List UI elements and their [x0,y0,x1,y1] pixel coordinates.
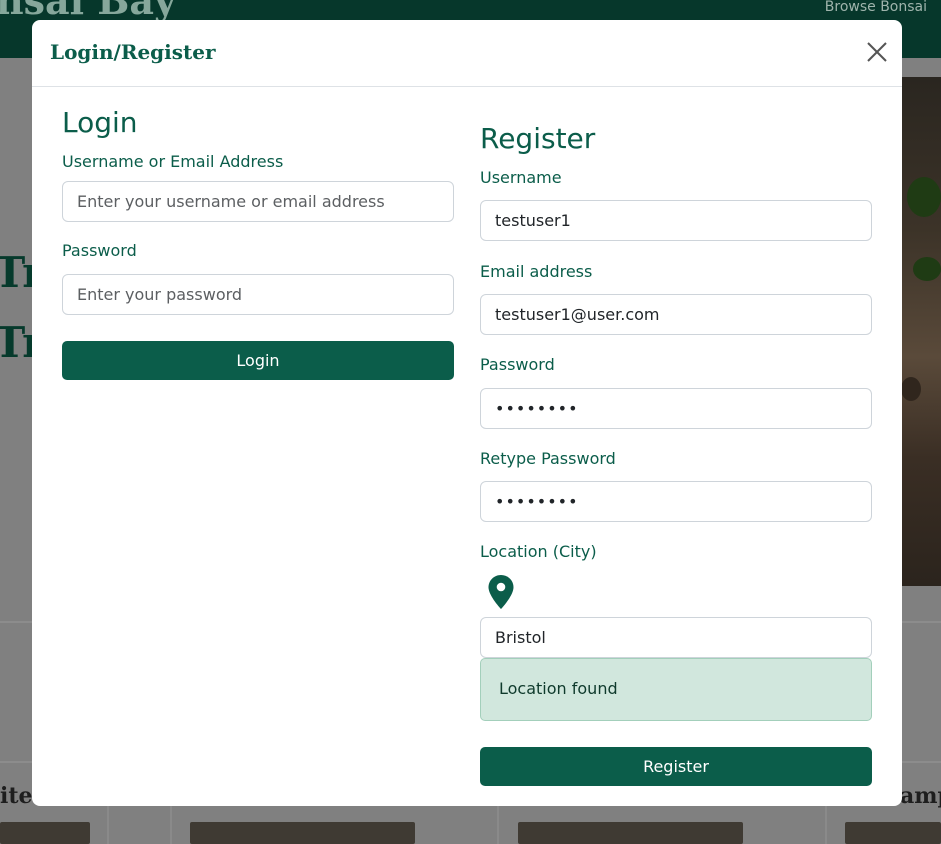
background-divider [825,806,827,844]
background-card-label: amp [900,783,941,809]
register-form: Register Username Email address Password… [480,122,872,786]
close-button[interactable] [864,39,890,65]
register-retype-password-label: Retype Password [480,449,616,468]
background-card-image [518,822,743,844]
background-card-label: ite [0,783,33,809]
login-heading: Login [62,106,138,139]
register-location-input[interactable] [480,617,872,658]
login-username-input[interactable] [62,181,454,222]
background-nav-link: Browse Bonsai [824,0,927,15]
register-retype-password-input[interactable] [480,481,872,522]
locate-me-button[interactable] [487,574,872,610]
modal-title: Login/Register [50,40,216,64]
register-heading: Register [480,122,596,155]
register-email-input[interactable] [480,294,872,335]
background-divider [497,806,499,844]
register-button[interactable]: Register [480,747,872,786]
map-pin-icon [488,575,514,609]
register-email-label: Email address [480,262,593,281]
background-divider [170,806,172,844]
login-password-input[interactable] [62,274,454,315]
register-username-input[interactable] [480,200,872,241]
background-card-image [845,822,941,844]
background-hero-photo [899,77,941,586]
background-divider [107,806,109,844]
register-location-label: Location (City) [480,542,597,561]
login-button[interactable]: Login [62,341,454,380]
login-username-label: Username or Email Address [62,152,284,171]
login-form: Login Username or Email Address Password… [62,106,454,380]
background-card-image [0,822,90,844]
register-password-label: Password [480,355,555,374]
login-password-label: Password [62,241,137,260]
login-register-modal: Login/Register Login Username or Email A… [32,20,902,806]
close-icon [867,42,887,62]
modal-header: Login/Register [32,20,902,87]
register-password-input[interactable] [480,388,872,429]
location-status-alert: Location found [480,658,872,721]
background-card-image [190,822,415,844]
register-username-label: Username [480,168,562,187]
